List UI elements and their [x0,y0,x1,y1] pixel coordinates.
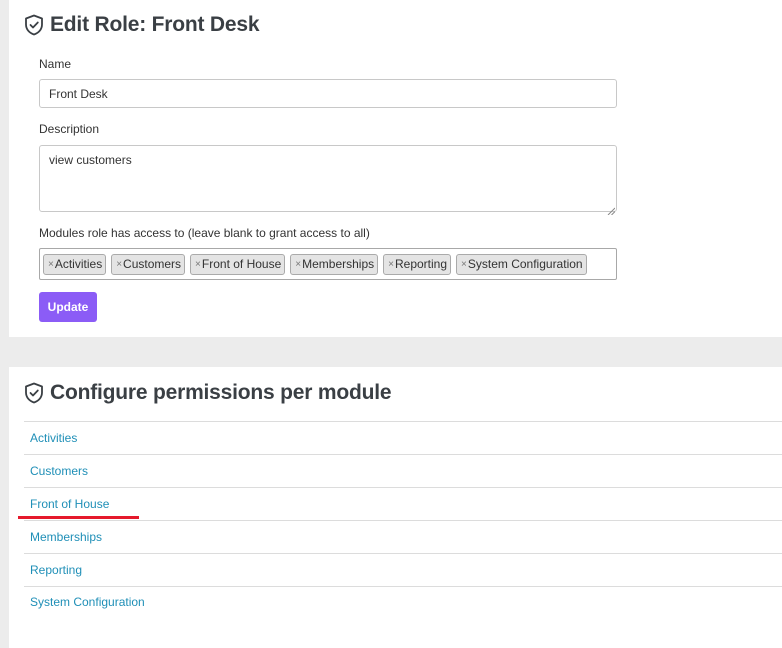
module-chip: × Activities [43,253,107,275]
section-title: Configure permissions per module [50,381,392,404]
module-chip: × Reporting [383,253,452,275]
module-link-activities[interactable]: Activities [30,431,77,445]
module-chip: × System Configuration [456,253,587,275]
chip-remove-icon[interactable]: × [461,259,467,270]
chip-remove-icon[interactable]: × [295,259,301,270]
list-item: Customers [24,454,782,487]
chip-label: Reporting [394,257,448,271]
module-link-front-of-house[interactable]: Front of House [30,497,109,511]
list-item: Reporting [24,553,782,586]
highlight-underline [18,516,139,519]
chip-remove-icon[interactable]: × [48,259,54,270]
name-label: Name [39,57,72,71]
edit-role-card: Edit Role: Front Desk Name Description v… [9,0,782,337]
list-item: Memberships [24,520,782,553]
edit-role-heading: Edit Role: Front Desk [24,13,260,37]
description-label: Description [39,122,100,136]
module-chip: × Front of House [190,253,286,275]
shield-check-icon [24,382,44,404]
modules-multiselect[interactable]: × Activities × Customers × Front of House × Mem… [39,248,617,280]
chip-remove-icon[interactable]: × [388,259,394,270]
chip-label: Customers [123,257,182,271]
list-item: System Configuration [24,586,782,617]
page-title: Edit Role: Front Desk [50,13,260,36]
resize-grip-icon[interactable] [607,202,616,216]
module-chip: × Customers [111,253,186,275]
chip-label: Activities [54,257,103,271]
module-link-system-configuration[interactable]: System Configuration [30,595,145,609]
permissions-heading: Configure permissions per module [24,381,392,405]
update-button[interactable]: Update [39,292,97,322]
chip-label: System Configuration [467,257,583,271]
module-link-memberships[interactable]: Memberships [30,530,102,544]
name-field[interactable] [39,79,617,108]
description-field[interactable]: view customers [39,145,617,212]
module-link-reporting[interactable]: Reporting [30,563,82,577]
shield-check-icon [24,14,44,36]
modules-label: Modules role has access to (leave blank … [39,226,370,240]
module-permissions-list: Activities Customers Front of House Members… [24,421,782,617]
module-chip: × Memberships [290,253,379,275]
permissions-card: Configure permissions per module Activit… [9,367,782,648]
chip-remove-icon[interactable]: × [116,259,122,270]
chip-label: Memberships [302,257,375,271]
list-item: Activities [24,421,782,454]
module-link-customers[interactable]: Customers [30,464,88,478]
chip-remove-icon[interactable]: × [195,259,201,270]
chip-label: Front of House [201,257,282,271]
